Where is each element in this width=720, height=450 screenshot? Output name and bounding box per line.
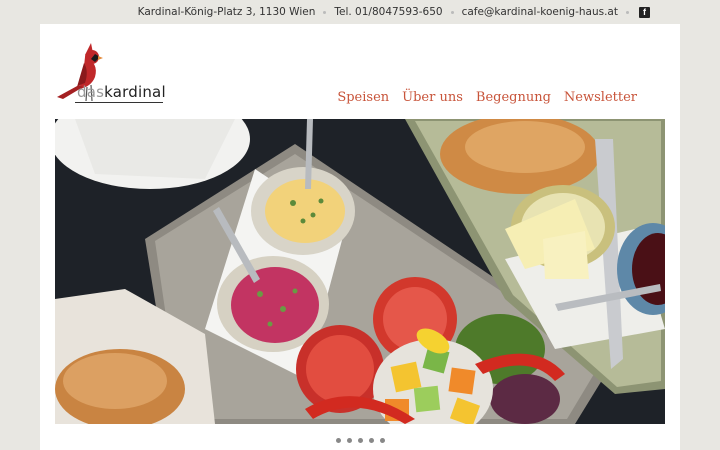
nav-item-speisen[interactable]: Speisen [337,90,389,105]
site-logo[interactable]: daskardinal [55,41,170,107]
carousel-dot[interactable] [357,438,363,443]
separator-dot [323,10,327,14]
separator-dot [626,10,629,14]
main-nav: Speisen Über uns Begegnung Newsletter [337,90,637,105]
main-card: daskardinal Speisen Über uns Begegnung N… [40,24,680,450]
contact-bar: Kardinal-König-Platz 3, 1130 Wien Tel. 0… [0,0,720,24]
breakfast-platter-photo [55,119,665,424]
carousel-dot[interactable] [346,438,352,443]
logo-wordmark: daskardinal [77,83,166,101]
address-text: Kardinal-König-Platz 3, 1130 Wien [137,6,316,18]
separator-dot [450,10,454,14]
carousel-indicators [40,438,680,443]
carousel-dot[interactable] [335,438,341,443]
facebook-icon[interactable]: f [639,6,650,18]
logo-underline [75,102,163,103]
nav-item-ueber-uns[interactable]: Über uns [402,90,463,105]
hero-image [55,119,665,424]
carousel-dot[interactable] [368,438,374,443]
phone-link[interactable]: Tel. 01/8047593-650 [334,6,442,18]
carousel-dot[interactable] [379,438,385,443]
nav-item-begegnung[interactable]: Begegnung [476,90,551,105]
email-link[interactable]: cafe@kardinal-koenig-haus.at [462,6,618,18]
nav-item-newsletter[interactable]: Newsletter [564,90,637,105]
